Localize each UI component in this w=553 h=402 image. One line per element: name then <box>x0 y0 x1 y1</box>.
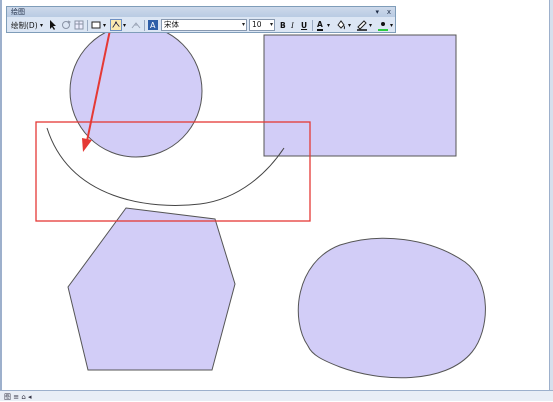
marker-color-icon[interactable] <box>377 19 389 31</box>
svg-text:A: A <box>150 21 156 30</box>
bottom-status-bar: 图 ≡ ⌂ ◂ <box>0 390 553 401</box>
marker-color-dropdown-icon[interactable]: ▾ <box>390 19 393 32</box>
rectangle-dropdown-icon[interactable]: ▾ <box>103 19 106 32</box>
rectangle-shape[interactable] <box>263 34 457 157</box>
vertical-scrollbar[interactable] <box>549 0 553 401</box>
reshape-icon[interactable] <box>130 19 142 31</box>
toolbar-pin-icon[interactable]: ▾ <box>375 7 379 17</box>
circle-shape[interactable] <box>69 24 203 158</box>
edit-vertices-icon[interactable] <box>110 19 122 31</box>
italic-button[interactable]: I <box>291 19 294 32</box>
line-color-dropdown-icon[interactable]: ▾ <box>369 19 372 32</box>
toolbar-close-button[interactable]: x <box>387 7 391 17</box>
line-color-icon[interactable] <box>356 19 368 31</box>
table-icon[interactable] <box>73 19 85 31</box>
draw-toolbar: 绘图 ▾ x 绘制(D) ▾ ▾ ▾ A 宋体 ▾ 10 ▾ B I U A ▾… <box>6 6 396 33</box>
rectangle-icon[interactable] <box>90 19 102 31</box>
font-name-select[interactable]: 宋体 ▾ <box>161 19 247 31</box>
font-color-dropdown-icon[interactable]: ▾ <box>327 19 330 32</box>
fill-color-icon[interactable] <box>335 19 347 31</box>
bold-button[interactable]: B <box>280 19 286 32</box>
fill-color-dropdown-icon[interactable]: ▾ <box>348 19 351 32</box>
polygon-shape[interactable] <box>67 207 236 371</box>
toolbar-separator <box>87 20 88 31</box>
font-name-value: 宋体 <box>164 20 179 29</box>
draw-menu-arrow-icon[interactable]: ▾ <box>40 19 43 32</box>
pointer-icon[interactable] <box>47 19 59 31</box>
toolbar-row: 绘制(D) ▾ ▾ ▾ A 宋体 ▾ 10 ▾ B I U A ▾ ▾ ▾ ▾ <box>9 18 393 33</box>
underline-button[interactable]: U <box>301 19 307 32</box>
annotation-arrow-head <box>82 138 92 152</box>
font-size-select[interactable]: 10 ▾ <box>249 19 275 31</box>
font-size-value: 10 <box>252 20 262 29</box>
chevron-down-icon: ▾ <box>241 21 245 28</box>
toolbar-separator <box>144 20 145 31</box>
font-color-icon[interactable]: A <box>317 19 323 31</box>
text-icon[interactable]: A <box>147 19 159 31</box>
map-layout-view: 绘图 ▾ x 绘制(D) ▾ ▾ ▾ A 宋体 ▾ 10 ▾ B I U A ▾… <box>0 0 553 401</box>
draw-menu-button[interactable]: 绘制(D) <box>11 19 38 32</box>
drawing-canvas[interactable] <box>0 0 553 401</box>
edit-dropdown-icon[interactable]: ▾ <box>123 19 126 32</box>
toolbar-separator <box>312 20 313 31</box>
window-left-border <box>0 0 2 401</box>
rotate-icon[interactable] <box>60 19 72 31</box>
freeform-shape[interactable] <box>297 237 486 379</box>
toolbar-titlebar[interactable]: 绘图 ▾ x <box>7 7 395 17</box>
chevron-down-icon: ▾ <box>269 21 273 28</box>
toolbar-title: 绘图 <box>11 8 25 16</box>
